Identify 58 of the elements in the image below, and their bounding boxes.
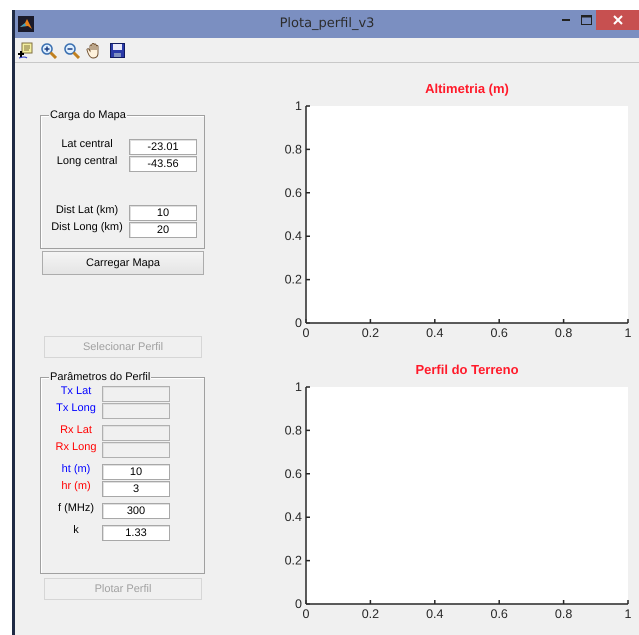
input-field[interactable]: 1.33 — [102, 525, 170, 541]
group-title: Carga do Mapa — [49, 109, 127, 122]
close-icon — [612, 15, 622, 25]
window-title: Plota_perfil_v3 — [280, 16, 374, 31]
input-field[interactable]: 10 — [129, 205, 197, 221]
zoom-out-icon[interactable] — [63, 42, 80, 58]
field-label: f (MHz) — [56, 502, 96, 514]
chart-title: Perfil do Terreno — [415, 362, 519, 377]
tick-label: 0.4 — [284, 510, 302, 524]
field-label: Dist Lat (km) — [54, 204, 120, 216]
tick-label: 1 — [295, 99, 302, 113]
tick-label: 0 — [295, 597, 302, 611]
tick-label: 0.6 — [284, 466, 302, 481]
field-label: ht (m) — [60, 463, 92, 475]
tick-label: 0.8 — [284, 423, 302, 438]
input-field[interactable]: 300 — [102, 503, 170, 519]
tick-label: 0.2 — [284, 554, 302, 568]
tick-label: 0.8 — [554, 607, 572, 621]
field-label: Tx Long — [55, 402, 97, 414]
input-field[interactable]: 10 — [102, 464, 170, 480]
tick-label: 0 — [302, 326, 310, 340]
field-label: hr (m) — [60, 480, 92, 492]
tick-label: 0.4 — [426, 326, 444, 340]
zoom-in-icon[interactable] — [40, 42, 57, 58]
tick-label: 0.8 — [554, 326, 572, 340]
input-field[interactable]: 20 — [129, 222, 197, 238]
tick-label: 1 — [624, 326, 632, 340]
tick-label: 0.6 — [284, 186, 302, 200]
tick-label: 0.6 — [490, 607, 508, 621]
maximize-icon — [581, 15, 592, 25]
tick-label: 0.4 — [426, 607, 444, 621]
tick-label: 0.2 — [284, 272, 302, 287]
save-icon[interactable] — [109, 42, 126, 58]
input-field[interactable]: -23.01 — [129, 139, 197, 155]
tick-label: 1 — [295, 380, 302, 394]
input-field[interactable]: 3 — [102, 481, 170, 497]
field-label: Long central — [56, 155, 118, 167]
field-label: Tx Lat — [60, 385, 92, 397]
field-label: Rx Long — [54, 441, 98, 453]
minimize-icon — [562, 19, 570, 21]
tick-label: 0.6 — [490, 326, 508, 340]
tick-label: 0.2 — [362, 326, 380, 340]
tick-label: 0.8 — [284, 142, 302, 156]
field-label: Rx Lat — [59, 424, 93, 436]
data-cursor-icon[interactable] — [17, 42, 34, 58]
field-label: Lat central — [60, 138, 114, 150]
tick-label: 1 — [624, 607, 632, 621]
tick-label: 0.4 — [284, 229, 302, 244]
app-icon — [18, 16, 34, 32]
field-label: k — [72, 524, 80, 536]
tick-label: 0 — [302, 607, 310, 621]
tick-label: 0 — [295, 316, 302, 330]
input-field[interactable]: -43.56 — [129, 156, 197, 172]
close-button[interactable] — [596, 10, 639, 30]
chart-title: Altimetria (m) — [425, 81, 509, 96]
button[interactable]: Carregar Mapa — [42, 251, 204, 275]
field-label: Dist Long (km) — [50, 221, 124, 233]
tick-label: 0.2 — [362, 607, 380, 621]
